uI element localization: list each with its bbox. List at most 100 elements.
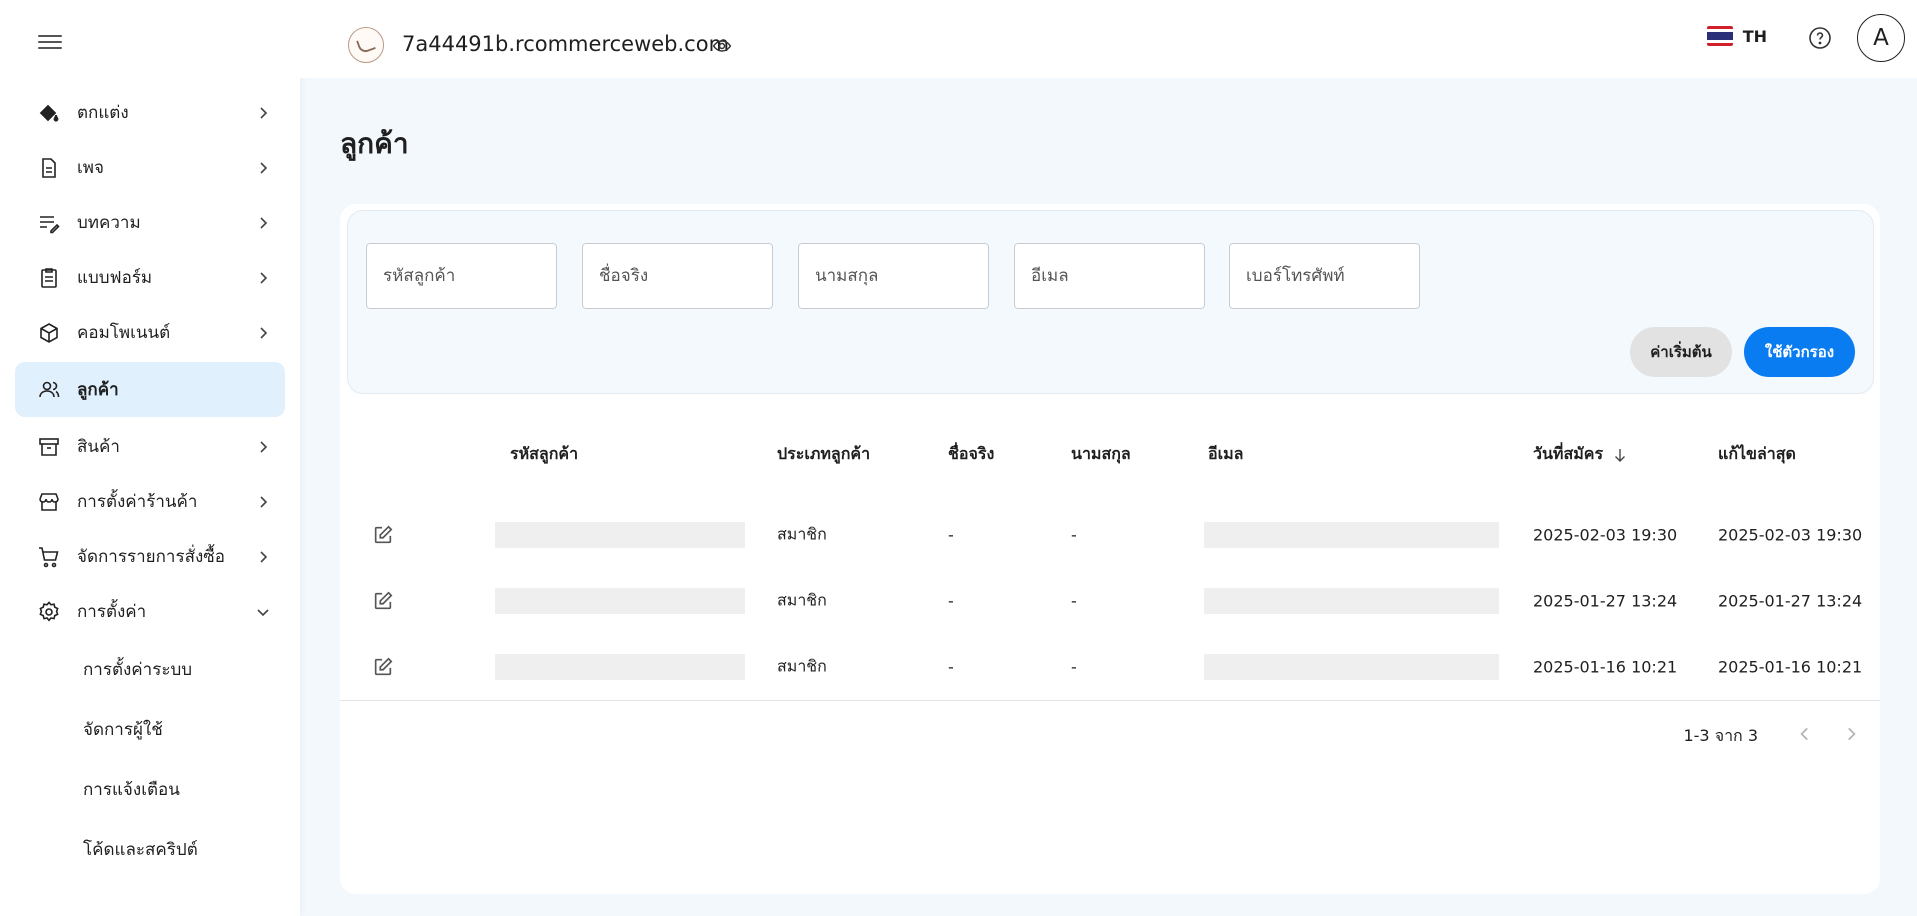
- customer-type-cell: สมาชิก: [777, 656, 827, 676]
- sidebar-item-label: ตกแต่ง: [77, 103, 129, 123]
- chevron-right-icon: [260, 161, 268, 174]
- language-switcher[interactable]: TH: [1706, 26, 1767, 46]
- email-masked: [1204, 588, 1499, 614]
- sidebar: ตกแต่ง เพจ บทความ แบบฟอร์ม คอมโพเนนต์ ลู…: [0, 0, 300, 916]
- edit-icon[interactable]: [372, 590, 394, 612]
- sidebar-item-orders[interactable]: จัดการรายการสั่งซื้อ: [15, 529, 285, 584]
- sidebar-subitem-system-settings[interactable]: การตั้งค่าระบบ: [15, 639, 285, 699]
- reset-filter-button[interactable]: ค่าเริ่มต้น: [1630, 327, 1732, 377]
- sidebar-subitem-code-scripts[interactable]: โค้ดและสคริปต์: [15, 819, 285, 879]
- cube-icon: [37, 321, 61, 345]
- top-header: 7a44491b.rcommerceweb.com TH A: [300, 0, 1917, 78]
- first-name-cell: -: [948, 525, 954, 545]
- sidebar-item-store-settings[interactable]: การตั้งค่าร้านค้า: [15, 474, 285, 529]
- column-header-label: วันที่สมัคร: [1533, 444, 1604, 463]
- sidebar-item-decoration[interactable]: ตกแต่ง: [15, 85, 285, 140]
- customer-id-masked: [495, 522, 745, 548]
- sidebar-subitem-notifications[interactable]: การแจ้งเตือน: [15, 759, 285, 819]
- last-name-cell: -: [1071, 591, 1077, 611]
- language-code: TH: [1742, 26, 1767, 46]
- site-domain: 7a44491b.rcommerceweb.com: [402, 32, 730, 56]
- cart-icon: [37, 545, 61, 569]
- article-edit-icon: [37, 211, 61, 235]
- sidebar-item-label: เพจ: [77, 158, 104, 178]
- pagination-summary: 1-3 จาก 3: [1683, 726, 1758, 745]
- phone-filter-input[interactable]: [1229, 243, 1420, 309]
- user-avatar[interactable]: A: [1857, 14, 1905, 62]
- page-title: ลูกค้า: [340, 127, 409, 160]
- paint-bucket-icon: [37, 101, 61, 125]
- last-name-cell: -: [1071, 525, 1077, 545]
- sidebar-item-label: แบบฟอร์ม: [77, 268, 153, 288]
- sidebar-item-products[interactable]: สินค้า: [15, 419, 285, 474]
- first-name-cell: -: [948, 657, 954, 677]
- help-icon[interactable]: [1808, 26, 1832, 50]
- chevron-right-icon: [260, 495, 268, 508]
- column-header-customer-type[interactable]: ประเภทลูกค้า: [777, 442, 870, 467]
- column-header-registered[interactable]: วันที่สมัคร: [1533, 442, 1629, 467]
- sidebar-item-articles[interactable]: บทความ: [15, 195, 285, 250]
- hamburger-menu-icon[interactable]: [38, 32, 62, 54]
- users-icon: [37, 378, 61, 402]
- sidebar-item-forms[interactable]: แบบฟอร์ม: [15, 250, 285, 305]
- chevron-right-icon: [260, 550, 268, 563]
- chevron-left-icon[interactable]: [1796, 724, 1814, 744]
- customer-id-filter-input[interactable]: [366, 243, 557, 309]
- chevron-down-icon: [257, 608, 269, 616]
- sort-arrow-down-icon: [1615, 448, 1626, 462]
- edit-icon[interactable]: [372, 656, 394, 678]
- registered-date-cell: 2025-01-16 10:21: [1533, 657, 1678, 677]
- archive-box-icon: [37, 435, 61, 459]
- customer-id-masked: [495, 654, 745, 680]
- sidebar-nav: ตกแต่ง เพจ บทความ แบบฟอร์ม คอมโพเนนต์ ลู…: [15, 85, 285, 879]
- table-row[interactable]: สมาชิก - - 2025-01-16 10:21 2025-01-16 1…: [340, 634, 1880, 700]
- first-name-filter-input[interactable]: [582, 243, 773, 309]
- document-icon: [37, 156, 61, 180]
- sidebar-item-label: ลูกค้า: [77, 380, 119, 400]
- table-row[interactable]: สมาชิก - - 2025-02-03 19:30 2025-02-03 1…: [340, 502, 1880, 568]
- column-header-email[interactable]: อีเมล: [1208, 442, 1243, 467]
- sidebar-item-label: คอมโพเนนต์: [77, 323, 171, 343]
- chevron-right-icon: [260, 271, 268, 284]
- customer-id-masked: [495, 588, 745, 614]
- sidebar-item-label: การตั้งค่าร้านค้า: [77, 492, 198, 512]
- column-header-last-name[interactable]: นามสกุล: [1071, 442, 1131, 467]
- apply-filter-button[interactable]: ใช้ตัวกรอง: [1744, 327, 1855, 377]
- sidebar-subitem-user-management[interactable]: จัดการผู้ใช้: [15, 699, 285, 759]
- sidebar-item-customers[interactable]: ลูกค้า: [15, 362, 285, 417]
- table-row[interactable]: สมาชิก - - 2025-01-27 13:24 2025-01-27 1…: [340, 568, 1880, 634]
- sidebar-item-label: สินค้า: [77, 437, 120, 457]
- sidebar-item-pages[interactable]: เพจ: [15, 140, 285, 195]
- edit-icon[interactable]: [372, 524, 394, 546]
- column-header-customer-id[interactable]: รหัสลูกค้า: [510, 442, 578, 467]
- thai-flag-icon: [1706, 26, 1733, 46]
- email-filter-input[interactable]: [1014, 243, 1205, 309]
- chevron-right-icon[interactable]: [1842, 724, 1860, 744]
- sidebar-item-settings[interactable]: การตั้งค่า: [15, 584, 285, 639]
- registered-date-cell: 2025-01-27 13:24: [1533, 591, 1678, 611]
- eye-icon[interactable]: [712, 36, 732, 56]
- storefront-icon: [37, 490, 61, 514]
- updated-date-cell: 2025-02-03 19:30: [1718, 525, 1863, 545]
- chevron-right-icon: [260, 326, 268, 339]
- table-divider: [340, 700, 1880, 701]
- chevron-right-icon: [260, 106, 268, 119]
- last-name-cell: -: [1071, 657, 1077, 677]
- sidebar-item-label: การตั้งค่า: [77, 602, 147, 622]
- email-masked: [1204, 654, 1499, 680]
- customer-type-cell: สมาชิก: [777, 524, 827, 544]
- email-masked: [1204, 522, 1499, 548]
- sidebar-item-label: จัดการรายการสั่งซื้อ: [77, 547, 226, 567]
- sidebar-item-components[interactable]: คอมโพเนนต์: [15, 305, 285, 360]
- first-name-cell: -: [948, 591, 954, 611]
- registered-date-cell: 2025-02-03 19:30: [1533, 525, 1678, 545]
- column-header-first-name[interactable]: ชื่อจริง: [948, 442, 994, 467]
- last-name-filter-input[interactable]: [798, 243, 989, 309]
- customers-card: ค่าเริ่มต้น ใช้ตัวกรอง รหัสลูกค้า ประเภท…: [340, 204, 1880, 894]
- site-logo: [348, 27, 384, 63]
- filter-panel: ค่าเริ่มต้น ใช้ตัวกรอง: [347, 210, 1874, 394]
- updated-date-cell: 2025-01-16 10:21: [1718, 657, 1863, 677]
- column-header-updated[interactable]: แก้ไขล่าสุด: [1718, 442, 1796, 467]
- gear-icon: [37, 600, 61, 624]
- chevron-right-icon: [260, 440, 268, 453]
